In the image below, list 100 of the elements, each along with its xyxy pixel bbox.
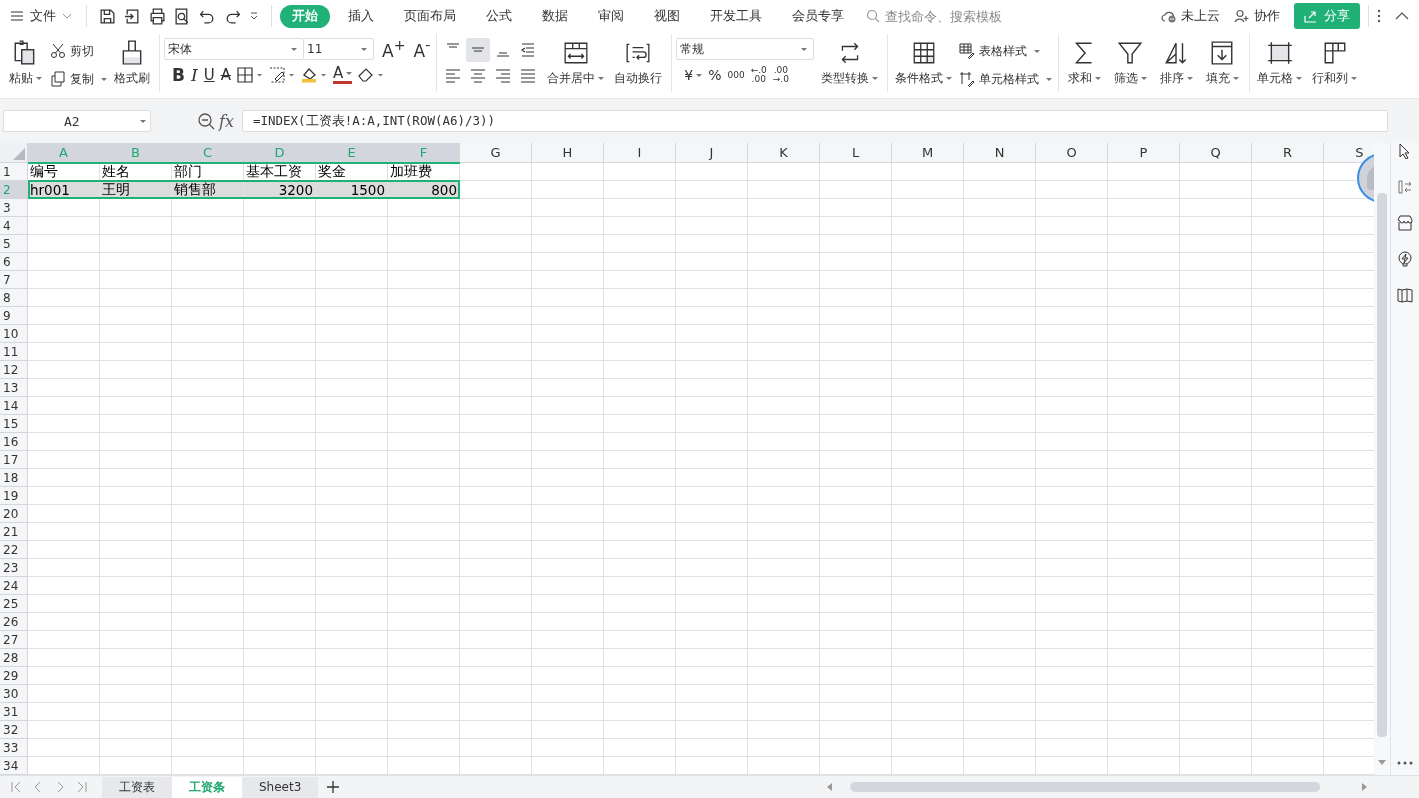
fill-color-icon[interactable] bbox=[300, 67, 327, 83]
row-header[interactable]: 12 bbox=[0, 361, 28, 379]
file-menu[interactable]: 文件 bbox=[8, 7, 78, 25]
row-header[interactable]: 27 bbox=[0, 631, 28, 649]
ribbon-tab[interactable]: 审阅 bbox=[586, 4, 636, 28]
decrease-decimal-button[interactable]: .00 →.0 bbox=[772, 66, 789, 84]
number-format-dropdown[interactable]: 常规 bbox=[676, 38, 815, 60]
horizontal-scrollbar[interactable] bbox=[827, 782, 1367, 792]
ribbon-tab[interactable]: 插入 bbox=[336, 4, 386, 28]
ribbon-tab[interactable]: 开发工具 bbox=[698, 4, 774, 28]
column-header[interactable]: G bbox=[460, 143, 532, 163]
eraser-icon[interactable] bbox=[358, 67, 385, 83]
row-header[interactable]: 8 bbox=[0, 289, 28, 307]
row-header[interactable]: 32 bbox=[0, 721, 28, 739]
wrap-text-button[interactable]: 自动换行 bbox=[611, 38, 666, 89]
row-header[interactable]: 14 bbox=[0, 397, 28, 415]
row-header[interactable]: 19 bbox=[0, 487, 28, 505]
underline-button[interactable]: U bbox=[203, 67, 215, 83]
column-header[interactable]: I bbox=[604, 143, 676, 163]
ribbon-tab[interactable]: 会员专享 bbox=[780, 4, 856, 28]
sheet-tab[interactable]: 工资表 bbox=[102, 776, 172, 798]
row-header[interactable]: 16 bbox=[0, 433, 28, 451]
scroll-left-icon[interactable] bbox=[827, 783, 832, 791]
row-header[interactable]: 15 bbox=[0, 415, 28, 433]
formula-input[interactable]: =INDEX(工资表!A:A,INT(ROW(A6)/3)) bbox=[241, 110, 1388, 132]
row-header[interactable]: 21 bbox=[0, 523, 28, 541]
row-header[interactable]: 18 bbox=[0, 469, 28, 487]
row-header[interactable]: 31 bbox=[0, 703, 28, 721]
conditional-format-button[interactable]: 条件格式 bbox=[892, 38, 956, 89]
row-header[interactable]: 20 bbox=[0, 505, 28, 523]
percent-button[interactable]: % bbox=[708, 68, 722, 82]
swap-icon[interactable] bbox=[1397, 179, 1413, 195]
row-header[interactable]: 9 bbox=[0, 307, 28, 325]
type-convert-button[interactable]: 类型转换 bbox=[818, 38, 882, 89]
row-header[interactable]: 1 bbox=[0, 163, 28, 181]
row-header[interactable]: 26 bbox=[0, 613, 28, 631]
increase-font-button[interactable]: A$^{+}$ bbox=[382, 38, 406, 60]
print-preview-icon[interactable] bbox=[174, 7, 191, 25]
column-header[interactable]: S bbox=[1324, 143, 1375, 163]
row-header[interactable]: 11 bbox=[0, 343, 28, 361]
zoom-icon[interactable] bbox=[197, 112, 215, 130]
column-header[interactable]: R bbox=[1252, 143, 1324, 163]
row-header[interactable]: 25 bbox=[0, 595, 28, 613]
row-header[interactable]: 3 bbox=[0, 199, 28, 217]
column-header[interactable]: Q bbox=[1180, 143, 1252, 163]
chevron-down-icon[interactable] bbox=[249, 11, 259, 21]
column-header[interactable]: K bbox=[748, 143, 820, 163]
row-header[interactable]: 17 bbox=[0, 451, 28, 469]
thousands-separator-button[interactable]: 000 bbox=[727, 70, 745, 80]
row-header[interactable]: 22 bbox=[0, 541, 28, 559]
paste-button[interactable]: 粘贴 bbox=[4, 38, 46, 89]
column-header[interactable]: P bbox=[1108, 143, 1180, 163]
font-color-button[interactable]: A bbox=[332, 66, 353, 84]
vertical-scrollbar[interactable] bbox=[1374, 143, 1390, 775]
column-header[interactable]: O bbox=[1036, 143, 1108, 163]
save-icon[interactable] bbox=[99, 7, 116, 25]
sheet-tab[interactable]: Sheet3 bbox=[242, 776, 319, 798]
row-header[interactable]: 23 bbox=[0, 559, 28, 577]
ribbon-tab[interactable]: 页面布局 bbox=[392, 4, 468, 28]
row-header[interactable]: 29 bbox=[0, 667, 28, 685]
function-label[interactable]: fx bbox=[219, 111, 234, 131]
last-sheet-icon[interactable] bbox=[76, 781, 88, 793]
copy-button[interactable]: 复制 bbox=[50, 68, 107, 90]
fill-button[interactable]: 填充 bbox=[1201, 38, 1244, 89]
row-header[interactable]: 28 bbox=[0, 649, 28, 667]
scroll-right-icon[interactable] bbox=[1362, 783, 1367, 791]
table-style-button[interactable]: 表格样式 bbox=[959, 40, 1053, 62]
collaborate-button[interactable]: 协作 bbox=[1234, 7, 1280, 25]
bold-button[interactable]: B bbox=[172, 66, 185, 84]
sort-button[interactable]: 排序 bbox=[1155, 38, 1198, 89]
row-header[interactable]: 34 bbox=[0, 757, 28, 775]
borders-icon[interactable] bbox=[236, 67, 263, 83]
ribbon-tab[interactable]: 视图 bbox=[642, 4, 692, 28]
font-name-dropdown[interactable]: 宋体 bbox=[164, 38, 304, 60]
column-header[interactable]: N bbox=[964, 143, 1036, 163]
export-icon[interactable] bbox=[124, 7, 141, 25]
column-header[interactable]: J bbox=[676, 143, 748, 163]
chevron-up-icon[interactable] bbox=[1395, 12, 1409, 20]
more-icon[interactable] bbox=[1377, 9, 1381, 23]
print-icon[interactable] bbox=[149, 7, 166, 25]
merge-center-button[interactable]: 合并居中 bbox=[544, 38, 608, 89]
column-header[interactable]: H bbox=[532, 143, 604, 163]
book-icon[interactable] bbox=[1397, 287, 1413, 303]
ribbon-tab[interactable]: 数据 bbox=[530, 4, 580, 28]
cloud-status-button[interactable]: 未上云 bbox=[1161, 7, 1220, 25]
column-header[interactable]: M bbox=[892, 143, 964, 163]
column-header[interactable]: L bbox=[820, 143, 892, 163]
format-painter-button[interactable]: 格式刷 bbox=[111, 38, 153, 89]
italic-button[interactable]: I bbox=[190, 66, 198, 84]
row-header[interactable]: 6 bbox=[0, 253, 28, 271]
row-header[interactable]: 5 bbox=[0, 235, 28, 253]
sum-button[interactable]: 求和 bbox=[1063, 38, 1106, 89]
cell-style-button[interactable]: 单元格样式 bbox=[959, 68, 1053, 90]
scroll-down-icon[interactable] bbox=[1378, 760, 1387, 765]
ribbon-tab[interactable]: 公式 bbox=[474, 4, 524, 28]
row-header[interactable]: 13 bbox=[0, 379, 28, 397]
font-size-dropdown[interactable]: 11 bbox=[304, 38, 374, 60]
more-icon[interactable] bbox=[1397, 761, 1413, 765]
cell-format-icon[interactable] bbox=[268, 67, 295, 83]
lightning-icon[interactable] bbox=[1397, 251, 1413, 267]
